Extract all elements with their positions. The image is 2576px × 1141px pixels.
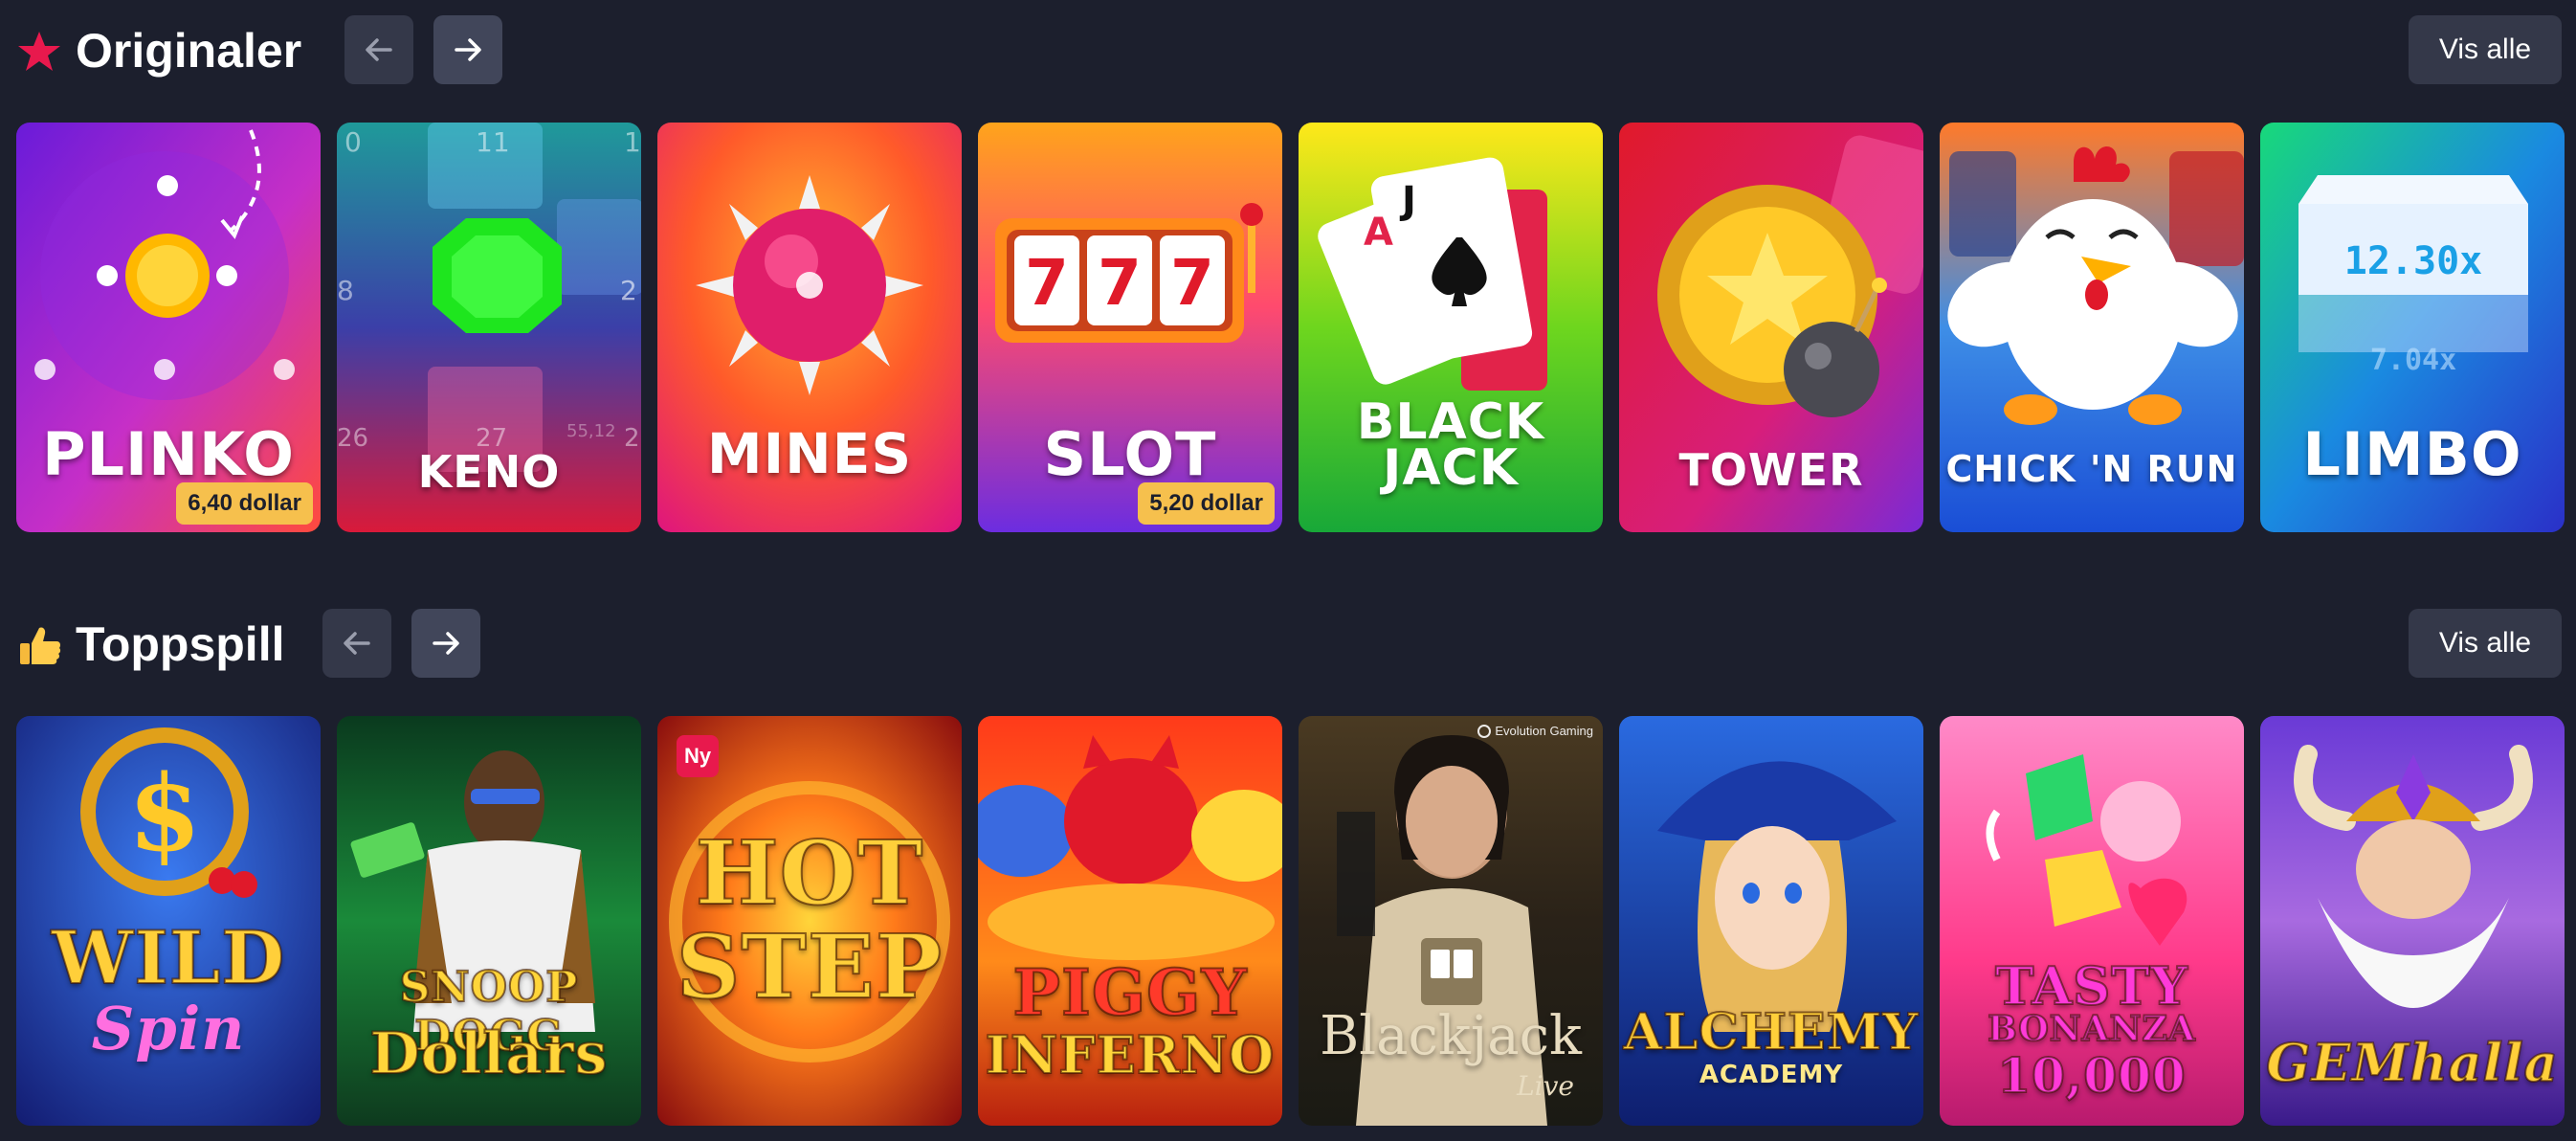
originals-row: PLINKO 6,40 dollar 0 11 1 8 2 26 27 55,1… [16, 123, 2565, 532]
price-badge: 6,40 dollar [176, 482, 313, 525]
game-card-limbo[interactable]: 12.30x 7.04x LIMBO [2260, 123, 2565, 532]
game-title: SLOT [1043, 419, 1217, 489]
game-title: TOWER [1678, 444, 1864, 496]
game-title: Blackjack [1320, 1005, 1582, 1067]
svg-text:55,12: 55,12 [566, 421, 616, 441]
game-title: PLINKO [42, 419, 295, 489]
arrow-right-icon [455, 38, 481, 61]
svg-text:7: 7 [1098, 246, 1142, 320]
svg-text:12.30x: 12.30x [2344, 239, 2483, 283]
game-title-line1: TASTY [1994, 954, 2188, 1018]
arrow-left-icon [344, 632, 370, 655]
svg-text:7: 7 [1170, 246, 1214, 320]
game-title: LIMBO [2302, 419, 2522, 489]
new-badge: Ny [677, 735, 719, 777]
provider-name: Evolution Gaming [1495, 724, 1593, 738]
provider-logo-icon [1477, 724, 1492, 738]
top-games-row: $ WILD Spin SNOOP DOGG Dollars Ny HOT ST… [16, 716, 2565, 1126]
game-title-line1: WILD [51, 914, 286, 1001]
game-title-line2: Spin [91, 994, 246, 1063]
section-title: Toppspill [76, 617, 285, 671]
game-card-blackjack[interactable]: A J BLACK JACK [1299, 123, 1603, 532]
game-title: GEMhalla [2265, 1031, 2559, 1094]
section-header-toppspill: Toppspill Vis alle [16, 609, 2562, 680]
game-card-snoop-dogg-dollars[interactable]: SNOOP DOGG Dollars [337, 716, 641, 1126]
svg-text:$: $ [128, 751, 202, 875]
previous-button[interactable] [322, 609, 391, 678]
game-title-line2: STEP [676, 914, 944, 1019]
game-card-plinko[interactable]: PLINKO 6,40 dollar [16, 123, 321, 532]
thumbs-up-icon [20, 627, 61, 664]
svg-text:A: A [1364, 211, 1393, 255]
game-title-line1: PIGGY [1011, 954, 1248, 1031]
game-title-line2: BONANZA [1987, 1008, 2196, 1050]
game-subtitle: Live [1517, 1070, 1574, 1102]
section-header-originaler: Originaler Vis alle [16, 15, 2562, 86]
svg-text:1: 1 [624, 126, 641, 158]
game-title-line1: HOT [695, 820, 924, 926]
svg-text:2: 2 [620, 275, 637, 306]
svg-text:J: J [1399, 179, 1416, 223]
game-title: CHICK 'N RUN [1945, 448, 2238, 490]
game-card-alchemy-academy[interactable]: ALCHEMY ACADEMY [1619, 716, 1923, 1126]
arrow-right-icon [433, 632, 459, 655]
game-title-line2: INFERNO [985, 1023, 1276, 1086]
previous-button[interactable] [344, 15, 413, 84]
game-title: KENO [417, 446, 561, 498]
game-card-chick-n-run[interactable]: CHICK 'N RUN [1940, 123, 2244, 532]
next-button[interactable] [433, 15, 502, 84]
game-card-blackjack-live[interactable]: Evolution Gaming Blackjack Live [1299, 716, 1603, 1126]
game-title-line3: 10,000 [1996, 1046, 2187, 1105]
game-title-line2: JACK [1382, 439, 1520, 497]
game-card-gemhalla[interactable]: GEMhalla [2260, 716, 2565, 1126]
game-card-keno[interactable]: 0 11 1 8 2 26 27 55,12 2 KENO [337, 123, 641, 532]
svg-text:0: 0 [344, 126, 362, 158]
svg-text:7: 7 [1025, 246, 1069, 320]
game-card-tasty-bonanza[interactable]: TASTY BONANZA 10,000 [1940, 716, 2244, 1126]
svg-text:11: 11 [476, 126, 510, 158]
price-badge: 5,20 dollar [1138, 482, 1275, 525]
game-title-line2: ACADEMY [1699, 1061, 1844, 1089]
view-all-button[interactable]: Vis alle [2409, 15, 2562, 84]
svg-text:7.04x: 7.04x [2370, 344, 2456, 377]
game-title: MINES [706, 421, 913, 486]
view-all-button[interactable]: Vis alle [2409, 609, 2562, 678]
game-card-tower[interactable]: TOWER [1619, 123, 1923, 532]
section-title: Originaler [76, 24, 302, 78]
next-button[interactable] [411, 609, 480, 678]
game-title-line1: ALCHEMY [1623, 1002, 1920, 1063]
game-card-piggy-inferno[interactable]: PIGGY INFERNO [978, 716, 1282, 1126]
svg-text:8: 8 [337, 275, 354, 306]
game-card-hot-step[interactable]: Ny HOT STEP [657, 716, 962, 1126]
game-title-line2: Dollars [369, 1019, 609, 1088]
arrow-left-icon [366, 38, 392, 61]
provider-label: Evolution Gaming [1477, 724, 1593, 738]
game-card-wild-spin[interactable]: $ WILD Spin [16, 716, 321, 1126]
game-card-mines[interactable]: MINES [657, 123, 962, 532]
star-icon [18, 32, 60, 71]
game-card-slot[interactable]: 7 7 7 SLOT 5,20 dollar [978, 123, 1282, 532]
